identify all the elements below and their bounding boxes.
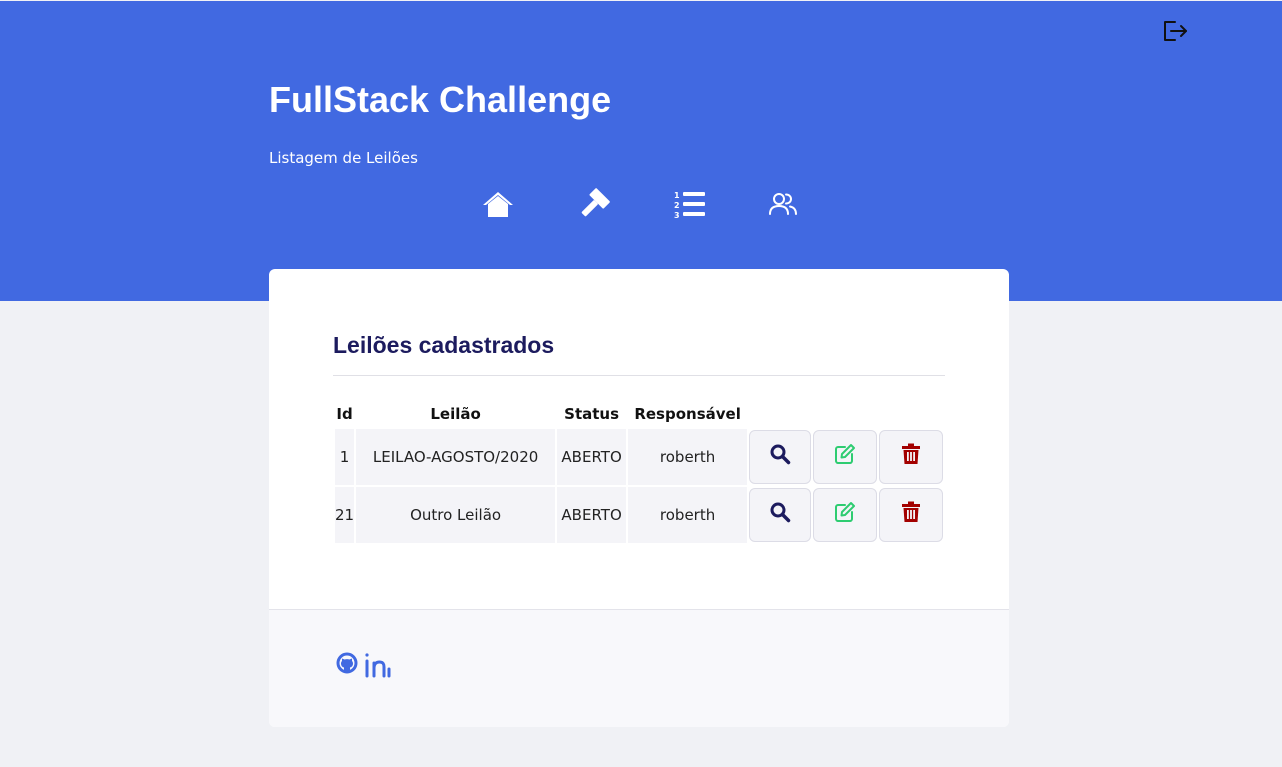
search-icon [770, 444, 791, 465]
cell-delete [879, 487, 944, 543]
edit-icon [835, 444, 856, 464]
delete-button[interactable] [879, 430, 944, 484]
main-nav: 1 2 3 [0, 186, 1282, 222]
svg-text:3: 3 [674, 211, 680, 219]
table-row: 21 Outro Leilão ABERTO roberth [335, 487, 944, 543]
svg-text:1: 1 [674, 191, 680, 200]
home-icon [483, 192, 513, 217]
nav-auctions[interactable] [576, 186, 612, 222]
cell-edit [813, 429, 878, 485]
users-icon [769, 193, 797, 215]
view-button[interactable] [749, 430, 812, 484]
table-row: 1 LEILAO-AGOSTO/2020 ABERTO roberth [335, 429, 944, 485]
cell-id: 21 [335, 487, 355, 543]
table-header-row: Id Leilão Status Responsável [335, 401, 943, 427]
column-header-responsavel: Responsável [634, 405, 741, 423]
cell-edit [813, 487, 878, 543]
cell-leilao: LEILAO-AGOSTO/2020 [356, 429, 556, 485]
ordered-list-icon: 1 2 3 [674, 191, 705, 219]
cell-status: ABERTO [557, 429, 627, 485]
delete-button[interactable] [879, 488, 944, 542]
card-title: Leilões cadastrados [333, 332, 555, 358]
column-header-delete [879, 401, 943, 427]
cell-id: 1 [335, 429, 355, 485]
column-header-leilao: Leilão [430, 405, 481, 423]
cell-responsavel: roberth [628, 429, 748, 485]
trash-icon [902, 443, 921, 464]
nav-users[interactable] [765, 186, 801, 222]
edit-icon [835, 502, 856, 522]
cell-view [749, 487, 812, 543]
cell-status: ABERTO [557, 487, 627, 543]
divider [333, 375, 945, 376]
edit-button[interactable] [813, 430, 878, 484]
page-title: FullStack Challenge [269, 79, 612, 120]
logout-icon [1164, 21, 1187, 41]
trash-icon [902, 501, 921, 522]
nav-list[interactable]: 1 2 3 [671, 186, 707, 222]
view-button[interactable] [749, 488, 812, 542]
column-header-view [749, 401, 811, 427]
page-subtitle: Listagem de Leilões [269, 149, 418, 167]
logout-button[interactable] [1160, 16, 1190, 46]
search-icon [770, 502, 791, 523]
column-header-status: Status [564, 405, 620, 423]
linkedin-icon [365, 653, 391, 678]
linkedin-link[interactable] [363, 652, 393, 682]
github-icon [336, 652, 358, 674]
svg-text:2: 2 [674, 201, 680, 210]
edit-button[interactable] [813, 488, 878, 542]
cell-delete [879, 429, 944, 485]
nav-home[interactable] [480, 186, 516, 222]
cell-responsavel: roberth [628, 487, 748, 543]
column-header-edit [813, 401, 877, 427]
column-header-id: Id [336, 405, 353, 423]
gavel-icon [581, 188, 610, 217]
auction-list-card: Leilões cadastrados Id Leilão Status Res… [269, 269, 1009, 727]
header-banner: FullStack Challenge Listagem de Leilões … [0, 1, 1282, 301]
card-footer [269, 609, 1009, 727]
github-link[interactable] [336, 652, 358, 678]
cell-leilao: Outro Leilão [356, 487, 556, 543]
auctions-table: Id Leilão Status Responsável 1 LEILAO-AG… [333, 399, 945, 545]
cell-view [749, 429, 812, 485]
